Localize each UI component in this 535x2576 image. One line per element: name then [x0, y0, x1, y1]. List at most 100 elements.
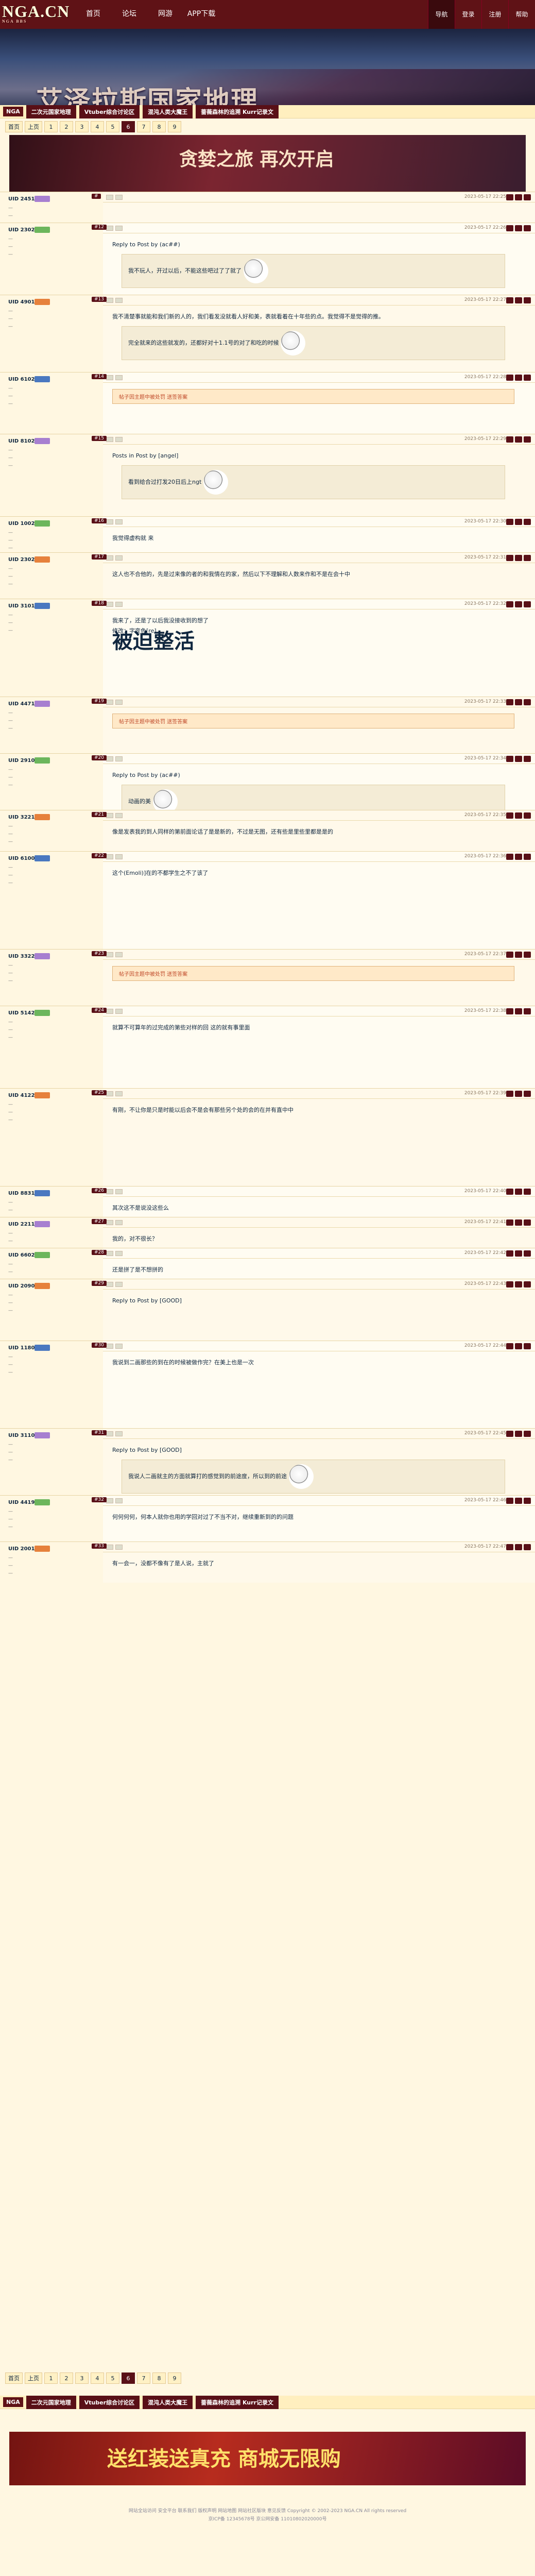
- username[interactable]: UID 2302: [8, 227, 34, 233]
- quote-icon[interactable]: [115, 1091, 123, 1096]
- like-icon[interactable]: [506, 699, 513, 705]
- quote-icon[interactable]: [115, 1498, 123, 1503]
- dislike-icon[interactable]: [515, 194, 522, 200]
- page-link[interactable]: 5: [106, 2372, 119, 2384]
- like-icon[interactable]: [506, 1431, 513, 1437]
- reply-icon[interactable]: [106, 1498, 113, 1503]
- page-link[interactable]: 7: [137, 121, 150, 132]
- dislike-icon[interactable]: [515, 1544, 522, 1550]
- reply-icon[interactable]: [106, 1343, 113, 1349]
- dislike-icon[interactable]: [515, 436, 522, 443]
- like-icon[interactable]: [506, 375, 513, 381]
- reply-icon[interactable]: [106, 519, 113, 524]
- like-icon[interactable]: [506, 436, 513, 443]
- more-icon[interactable]: [524, 297, 531, 303]
- nav-home[interactable]: 首页: [75, 2, 111, 19]
- dislike-icon[interactable]: [515, 699, 522, 705]
- reply-icon[interactable]: [106, 952, 113, 957]
- dislike-icon[interactable]: [515, 1343, 522, 1349]
- username[interactable]: UID 6602: [8, 1252, 34, 1258]
- reply-icon[interactable]: [106, 297, 113, 303]
- sub-nav-button[interactable]: 二次元国家地理: [26, 2395, 76, 2409]
- page-first[interactable]: 首页: [5, 2372, 23, 2384]
- quote-icon[interactable]: [115, 555, 123, 561]
- reply-icon[interactable]: [106, 854, 113, 859]
- username[interactable]: UID 4122: [8, 1093, 34, 1098]
- sub-nav-button[interactable]: Vtuber综合讨论区: [79, 2395, 140, 2409]
- like-icon[interactable]: [506, 756, 513, 762]
- like-icon[interactable]: [506, 1008, 513, 1014]
- ad-banner-bottom[interactable]: 送红装送真充 商城无限购: [0, 2432, 535, 2485]
- page-prev[interactable]: 上页: [25, 121, 42, 132]
- quote-icon[interactable]: [115, 375, 123, 380]
- like-icon[interactable]: [506, 1343, 513, 1349]
- reply-icon[interactable]: [106, 1250, 113, 1256]
- more-icon[interactable]: [524, 1343, 531, 1349]
- username[interactable]: UID 8102: [8, 438, 34, 444]
- more-icon[interactable]: [524, 1431, 531, 1437]
- username[interactable]: UID 3101: [8, 603, 34, 609]
- reply-icon[interactable]: [106, 1189, 113, 1194]
- dislike-icon[interactable]: [515, 812, 522, 819]
- page-link[interactable]: 1: [44, 121, 58, 132]
- quote-icon[interactable]: [115, 436, 123, 442]
- reply-icon[interactable]: [106, 375, 113, 380]
- reply-icon[interactable]: [106, 756, 113, 761]
- page-link[interactable]: 3: [75, 121, 89, 132]
- more-icon[interactable]: [524, 375, 531, 381]
- dislike-icon[interactable]: [515, 1498, 522, 1504]
- username[interactable]: UID 1002: [8, 521, 34, 527]
- reply-icon[interactable]: [106, 194, 113, 200]
- quote-icon[interactable]: [115, 519, 123, 524]
- quote-icon[interactable]: [115, 854, 123, 859]
- quote-icon[interactable]: [115, 699, 123, 705]
- sub-nav-button[interactable]: 混沌人类大魔王: [143, 105, 193, 118]
- sub-nav-button[interactable]: Vtuber综合讨论区: [79, 105, 140, 118]
- username[interactable]: UID 3221: [8, 815, 34, 820]
- more-icon[interactable]: [524, 1544, 531, 1550]
- page-current[interactable]: 6: [122, 2372, 135, 2384]
- reply-icon[interactable]: [106, 1091, 113, 1096]
- dislike-icon[interactable]: [515, 555, 522, 561]
- page-link[interactable]: 1: [44, 2372, 58, 2384]
- reply-icon[interactable]: [106, 555, 113, 561]
- dislike-icon[interactable]: [515, 1250, 522, 1257]
- username[interactable]: UID 3110: [8, 1433, 34, 1438]
- quote-icon[interactable]: [115, 601, 123, 607]
- reply-icon[interactable]: [106, 1281, 113, 1287]
- reply-icon[interactable]: [106, 812, 113, 818]
- username[interactable]: UID 1180: [8, 1345, 34, 1351]
- page-link[interactable]: 2: [60, 121, 73, 132]
- reply-icon[interactable]: [106, 699, 113, 705]
- username[interactable]: UID 2211: [8, 1222, 34, 1227]
- dislike-icon[interactable]: [515, 952, 522, 958]
- page-link[interactable]: 9: [168, 121, 181, 132]
- quote-icon[interactable]: [115, 1250, 123, 1256]
- username[interactable]: UID 4471: [8, 701, 34, 707]
- more-icon[interactable]: [524, 555, 531, 561]
- dislike-icon[interactable]: [515, 756, 522, 762]
- username[interactable]: UID 6100: [8, 856, 34, 861]
- more-icon[interactable]: [524, 1281, 531, 1287]
- nav-register[interactable]: 注册: [481, 0, 508, 29]
- dislike-icon[interactable]: [515, 1281, 522, 1287]
- more-icon[interactable]: [524, 854, 531, 860]
- page-link[interactable]: 8: [152, 121, 166, 132]
- reply-icon[interactable]: [106, 601, 113, 607]
- more-icon[interactable]: [524, 699, 531, 705]
- quote-icon[interactable]: [115, 1431, 123, 1436]
- page-link[interactable]: 4: [91, 121, 104, 132]
- more-icon[interactable]: [524, 1498, 531, 1504]
- dislike-icon[interactable]: [515, 854, 522, 860]
- nav-games[interactable]: 网游: [147, 2, 183, 19]
- more-icon[interactable]: [524, 225, 531, 231]
- more-icon[interactable]: [524, 952, 531, 958]
- more-icon[interactable]: [524, 194, 531, 200]
- more-icon[interactable]: [524, 1250, 531, 1257]
- quote-icon[interactable]: [115, 297, 123, 303]
- dislike-icon[interactable]: [515, 1091, 522, 1097]
- more-icon[interactable]: [524, 756, 531, 762]
- like-icon[interactable]: [506, 225, 513, 231]
- page-first[interactable]: 首页: [5, 121, 23, 132]
- reply-icon[interactable]: [106, 436, 113, 442]
